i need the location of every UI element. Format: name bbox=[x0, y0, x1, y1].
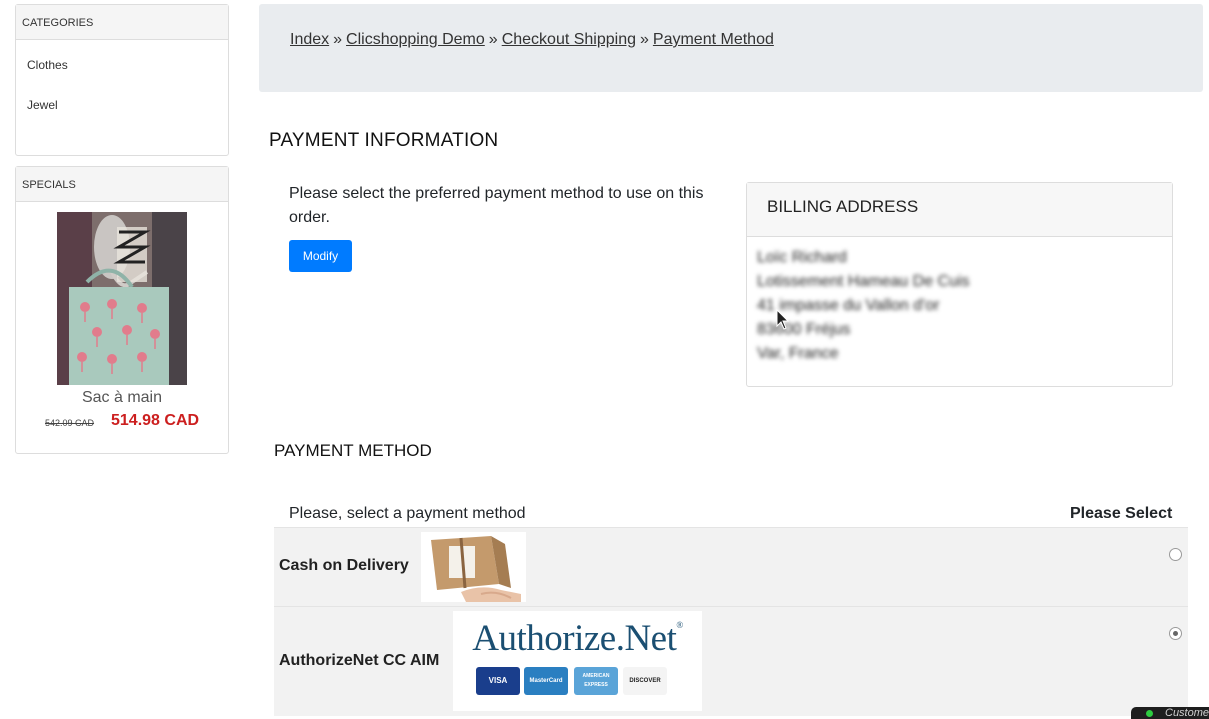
breadcrumb-clicshopping-demo[interactable]: Clicshopping Demo bbox=[346, 31, 485, 48]
breadcrumb: Index» Clicshopping Demo» Checkout Shippin… bbox=[259, 4, 1203, 92]
online-status-icon bbox=[1146, 710, 1153, 717]
billing-address-lines: Loïc Richard Lotissement Hameau De Cuis … bbox=[757, 246, 970, 366]
visa-card-icon: VISA bbox=[476, 667, 520, 695]
sale-price: 514.98 CAD bbox=[111, 412, 200, 429]
mouse-cursor-icon bbox=[776, 309, 790, 330]
discover-card-icon: DISCOVER bbox=[623, 667, 667, 695]
address-line: Var, France bbox=[757, 345, 839, 362]
breadcrumb-checkout-shipping[interactable]: Checkout Shipping bbox=[502, 31, 636, 48]
payment-method-instruction: Please, select a payment method bbox=[289, 505, 526, 522]
breadcrumb-separator: » bbox=[488, 31, 498, 48]
category-item-jewel[interactable]: Jewel bbox=[27, 98, 58, 112]
payment-option-label: Cash on Delivery bbox=[279, 557, 409, 574]
chat-tab-label: Custome bbox=[1165, 707, 1209, 719]
modify-button[interactable]: Modify bbox=[289, 240, 352, 272]
categories-title: CATEGORIES bbox=[16, 5, 228, 40]
mastercard-icon: MasterCard bbox=[524, 667, 568, 695]
customer-chat-tab[interactable]: Custome bbox=[1131, 707, 1209, 719]
amex-card-icon: AMERICAN EXPRESS bbox=[574, 667, 618, 695]
cash-on-delivery-radio[interactable] bbox=[1169, 548, 1182, 561]
category-item-clothes[interactable]: Clothes bbox=[27, 58, 68, 72]
authorizenet-radio[interactable] bbox=[1169, 627, 1182, 640]
payment-option-label: AuthorizeNet CC AIM bbox=[279, 652, 440, 669]
specials-box: SPECIALS Sac à main 542.09 CAD 514.98 CA… bbox=[15, 166, 229, 454]
cash-on-delivery-image bbox=[421, 532, 526, 602]
breadcrumb-separator: » bbox=[333, 31, 343, 48]
product-name-link[interactable]: Sac à main bbox=[16, 389, 228, 407]
categories-box: CATEGORIES Clothes Jewel bbox=[15, 4, 229, 156]
authorize-net-logo: Authorize.Net® VISA MasterCard AMERICAN … bbox=[453, 611, 702, 711]
payment-instruction: Please select the preferred payment meth… bbox=[289, 185, 704, 226]
payment-method-heading: PAYMENT METHOD bbox=[274, 441, 432, 460]
payment-option-cash-on-delivery[interactable]: Cash on Delivery bbox=[274, 527, 1188, 606]
breadcrumb-separator: » bbox=[640, 31, 649, 48]
payment-information-heading: PAYMENT INFORMATION bbox=[269, 130, 499, 151]
specials-title: SPECIALS bbox=[16, 167, 228, 202]
product-image[interactable] bbox=[57, 212, 187, 385]
billing-address-card: BILLING ADDRESS Loïc Richard Lotissement… bbox=[746, 182, 1173, 387]
authorize-net-logo-text: Authorize.Net® bbox=[472, 618, 683, 659]
address-line: Loïc Richard bbox=[757, 249, 847, 266]
please-select-label: Please Select bbox=[1070, 505, 1173, 522]
billing-address-heading: BILLING ADDRESS bbox=[747, 183, 1172, 237]
breadcrumb-index[interactable]: Index bbox=[290, 31, 329, 48]
payment-option-authorizenet[interactable]: AuthorizeNet CC AIM Authorize.Net® VISA … bbox=[274, 606, 1188, 716]
old-price: 542.09 CAD bbox=[45, 418, 95, 428]
address-line: Lotissement Hameau De Cuis bbox=[757, 273, 970, 290]
breadcrumb-payment-method[interactable]: Payment Method bbox=[653, 31, 774, 48]
